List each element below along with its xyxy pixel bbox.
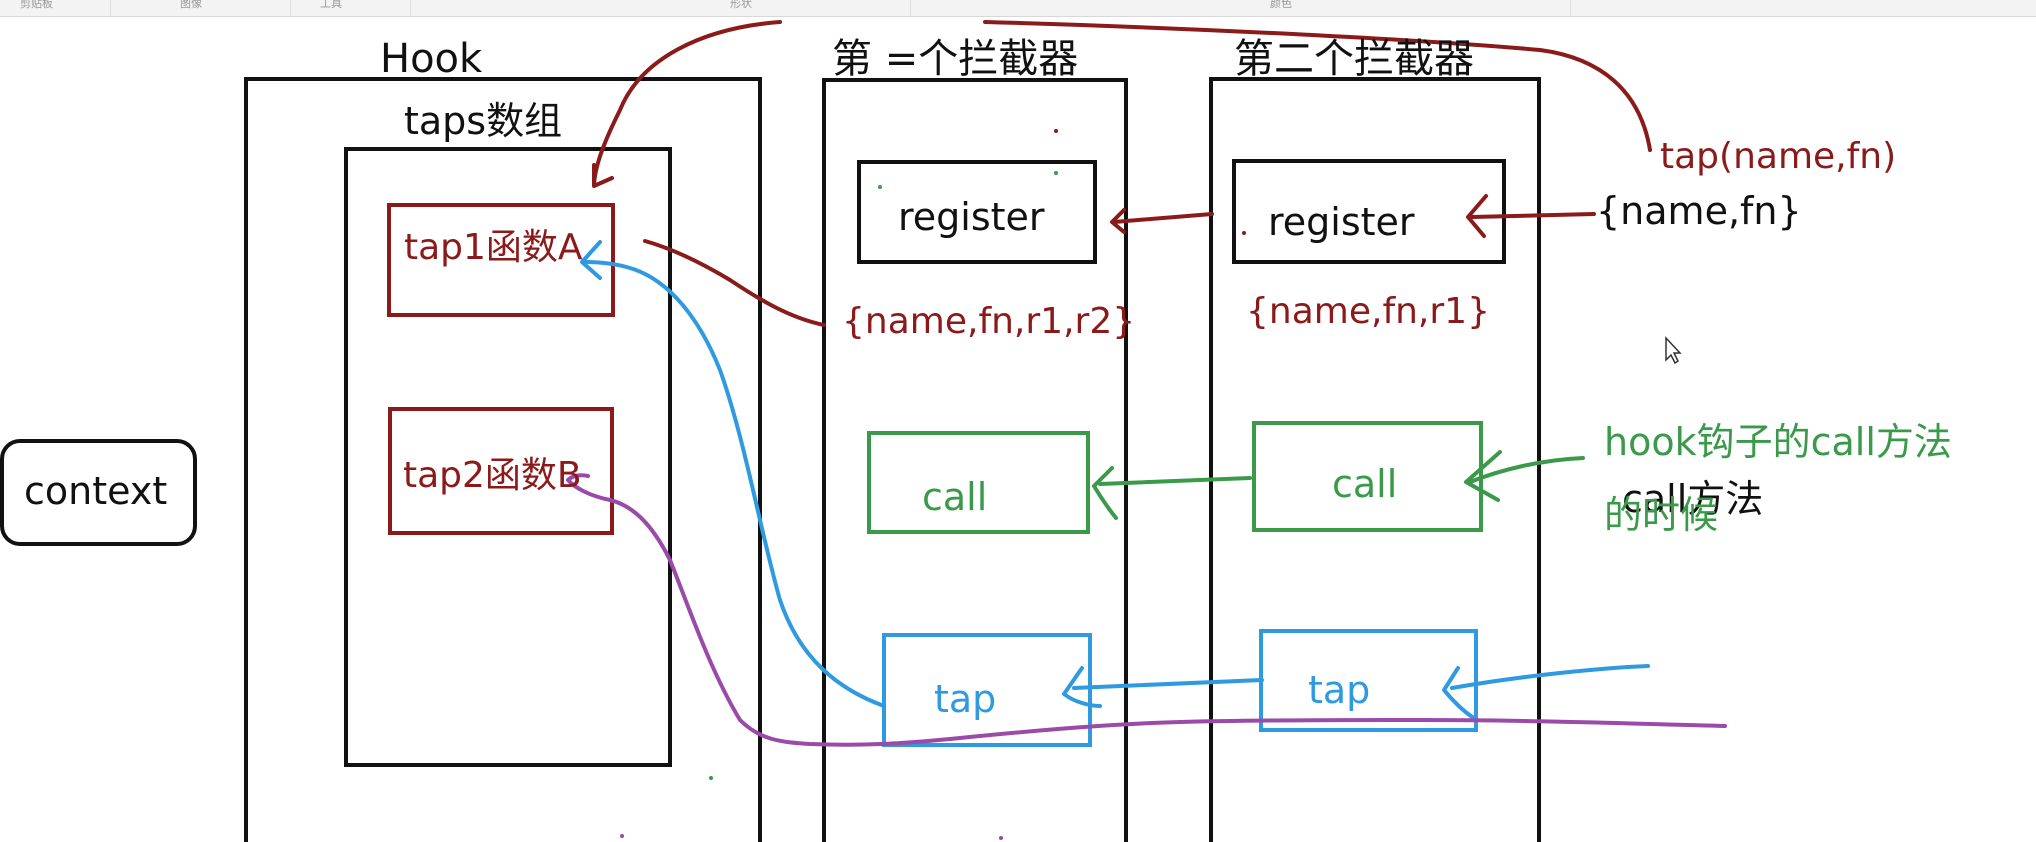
call-label-1: call	[1332, 462, 1397, 506]
hook-call-note-line1: hook钩子的call方法	[1604, 420, 1952, 464]
mouse-cursor-icon	[1665, 336, 1682, 365]
name-fn-label: {name,fn}	[1596, 189, 1802, 233]
interceptor2-title: 第 =个拦截器	[832, 36, 1078, 82]
register-label-2: register	[898, 195, 1045, 239]
arrow-tap-to-taps-array	[592, 20, 782, 187]
hook-call-note-line2: 的时候	[1604, 493, 1718, 537]
arrow-call1-to-call2	[1098, 476, 1252, 486]
diagram-canvas: Hook taps数组 第 =个拦截器 第二个拦截器 tap1函数A tap2函…	[0, 20, 1952, 842]
name-fn-r1-label: {name,fn,r1}	[1246, 291, 1490, 332]
tap-label-2: tap	[934, 677, 996, 721]
call-label-2: call	[922, 475, 987, 519]
arrow-register1-to-register2	[1112, 212, 1214, 224]
taps-array-label: taps数组	[404, 99, 562, 143]
tap-label-1: tap	[1308, 668, 1370, 712]
interceptor1-title: 第二个拦截器	[1234, 36, 1474, 82]
arrowhead-tap1-func	[580, 240, 602, 280]
arrowhead-tap1	[1442, 666, 1476, 720]
arrow-tap2-to-tap1-func	[583, 260, 886, 708]
register-label-1: register	[1268, 200, 1415, 244]
context-label: context	[24, 469, 167, 513]
tap2-label: tap2函数B	[403, 455, 582, 496]
name-fn-r1-r2-label: {name,fn,r1,r2}	[842, 301, 1135, 342]
arrow-in-to-tap1	[1450, 664, 1650, 690]
tap-signature-label: tap(name,fn)	[1660, 136, 1896, 177]
tap1-label: tap1函数A	[404, 227, 583, 268]
arrowhead-call2	[1092, 466, 1118, 520]
arrow-namefn-to-register1	[1470, 212, 1596, 219]
hook-title: Hook	[380, 36, 483, 82]
arrow-tap1-to-tap2	[1072, 678, 1264, 690]
line-purple-main	[608, 498, 1727, 747]
